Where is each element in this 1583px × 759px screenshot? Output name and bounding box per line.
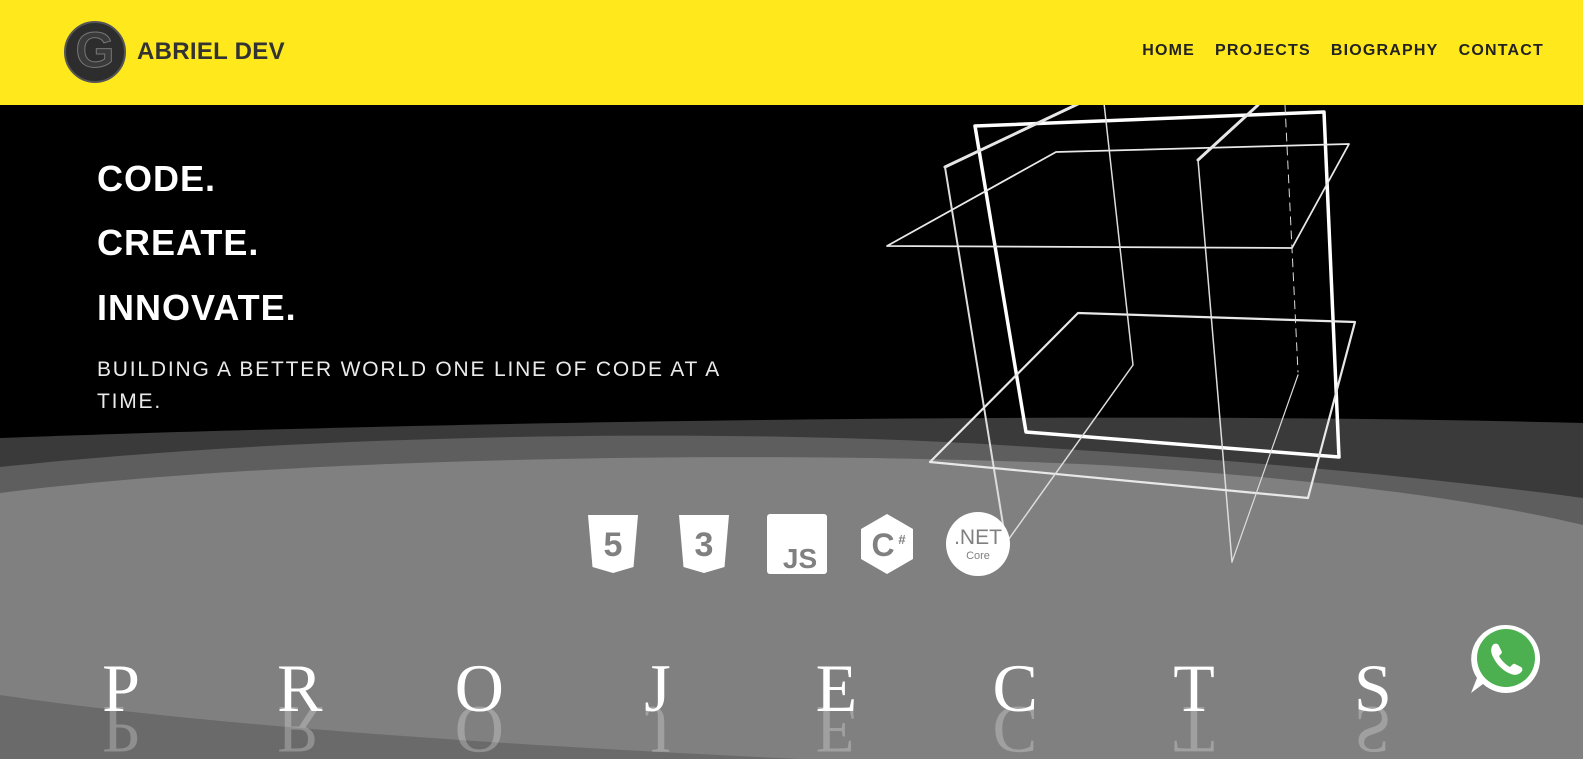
whatsapp-icon bbox=[1471, 624, 1541, 693]
svg-text:#: # bbox=[898, 532, 906, 547]
hero-section: CODE. CREATE. INNOVATE. BUILDING A BETTE… bbox=[0, 105, 1583, 759]
projects-letter: OO bbox=[454, 650, 504, 759]
svg-text:.NET: .NET bbox=[954, 526, 1002, 549]
css3-icon: 3 bbox=[676, 512, 732, 576]
navbar: G ABRIEL DEV HOME PROJECTS BIOGRAPHY CON… bbox=[0, 0, 1583, 105]
hero-tagline: CODE. CREATE. INNOVATE. bbox=[97, 157, 297, 326]
hero-subtitle: BUILDING A BETTER WORLD ONE LINE OF CODE… bbox=[97, 358, 720, 413]
svg-text:Core: Core bbox=[966, 550, 990, 562]
nav-home[interactable]: HOME bbox=[1142, 42, 1195, 60]
nav-contact[interactable]: CONTACT bbox=[1459, 42, 1544, 60]
projects-heading: PP RR OO JJ EE CC TT SS bbox=[97, 650, 1397, 759]
projects-letter: EE bbox=[815, 650, 858, 759]
csharp-icon: C # bbox=[858, 512, 916, 576]
logo-letter: G bbox=[76, 22, 115, 78]
nav-projects[interactable]: PROJECTS bbox=[1215, 42, 1311, 60]
svg-text:5: 5 bbox=[604, 526, 623, 564]
tagline-create: CREATE. bbox=[97, 222, 260, 263]
wireframe-cube-graphic bbox=[886, 105, 1357, 563]
projects-letter: CC bbox=[992, 650, 1038, 759]
javascript-icon: JS bbox=[767, 512, 827, 576]
logo-g-icon: G bbox=[64, 21, 126, 83]
projects-letter: PP bbox=[102, 650, 140, 759]
brand-logo[interactable]: G ABRIEL DEV bbox=[62, 19, 285, 85]
main-nav: HOME PROJECTS BIOGRAPHY CONTACT bbox=[1142, 42, 1544, 60]
svg-text:C: C bbox=[871, 527, 894, 563]
projects-letter: SS bbox=[1353, 650, 1392, 759]
projects-letter: JJ bbox=[644, 650, 671, 759]
svg-text:JS: JS bbox=[783, 543, 817, 574]
projects-letter: TT bbox=[1173, 650, 1215, 759]
whatsapp-button[interactable] bbox=[1469, 622, 1543, 696]
html5-icon: 5 bbox=[585, 512, 641, 576]
dotnet-core-icon: .NET Core bbox=[945, 512, 1011, 576]
brand-name: ABRIEL DEV bbox=[137, 38, 285, 65]
tagline-innovate: INNOVATE. bbox=[97, 287, 297, 328]
nav-biography[interactable]: BIOGRAPHY bbox=[1331, 42, 1439, 60]
tagline-code: CODE. bbox=[97, 158, 217, 199]
svg-text:3: 3 bbox=[695, 526, 714, 564]
projects-letter: RR bbox=[277, 650, 323, 759]
